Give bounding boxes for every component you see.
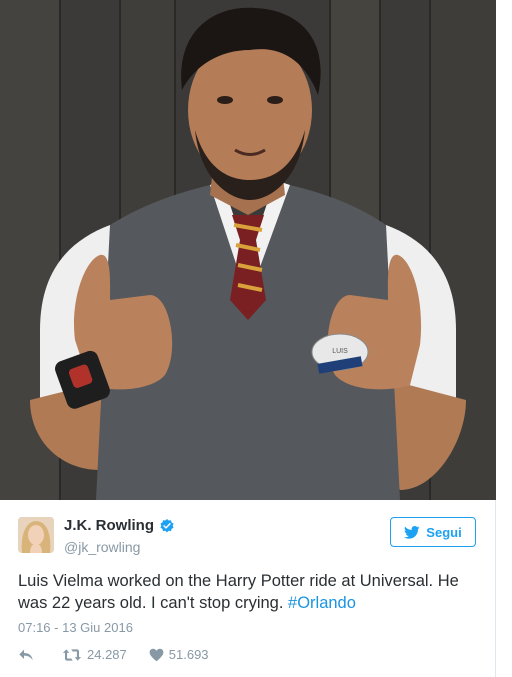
badge-text: LUIS (332, 348, 348, 355)
like-button[interactable]: 51.693 (149, 647, 209, 662)
verified-badge-icon (160, 518, 174, 532)
follow-label: Segui (426, 524, 462, 540)
tweet-text-main: Luis Vielma worked on the Harry Potter r… (18, 572, 459, 612)
photo-illustration: LUIS (0, 0, 496, 500)
tweet-card: LUIS J.K. Rowling @jk_rowling Segui Luis… (0, 0, 496, 677)
avatar-image (18, 517, 54, 553)
tweet-body: J.K. Rowling @jk_rowling Segui Luis Viel… (0, 500, 496, 677)
reply-icon (19, 649, 33, 660)
retweet-icon (62, 648, 82, 661)
author-name-row[interactable]: J.K. Rowling (64, 517, 175, 534)
heart-icon (149, 648, 164, 661)
twitter-bird-icon (404, 525, 420, 539)
tweet-text: Luis Vielma worked on the Harry Potter r… (18, 570, 488, 614)
retweet-button[interactable]: 24.287 (62, 647, 127, 662)
author-handle[interactable]: @jk_rowling (64, 539, 140, 555)
author-name[interactable]: J.K. Rowling (64, 517, 154, 534)
hashtag-link[interactable]: #Orlando (288, 594, 356, 612)
like-count: 51.693 (168, 647, 209, 662)
follow-button[interactable]: Segui (390, 517, 476, 547)
tweet-photo[interactable]: LUIS (0, 0, 496, 500)
tweet-actions: 24.287 51.693 (18, 647, 209, 662)
author-avatar[interactable] (18, 517, 54, 553)
tweet-timestamp[interactable]: 07:16 - 13 Giu 2016 (18, 620, 133, 635)
reply-button[interactable] (18, 648, 34, 662)
retweet-count: 24.287 (87, 647, 127, 662)
